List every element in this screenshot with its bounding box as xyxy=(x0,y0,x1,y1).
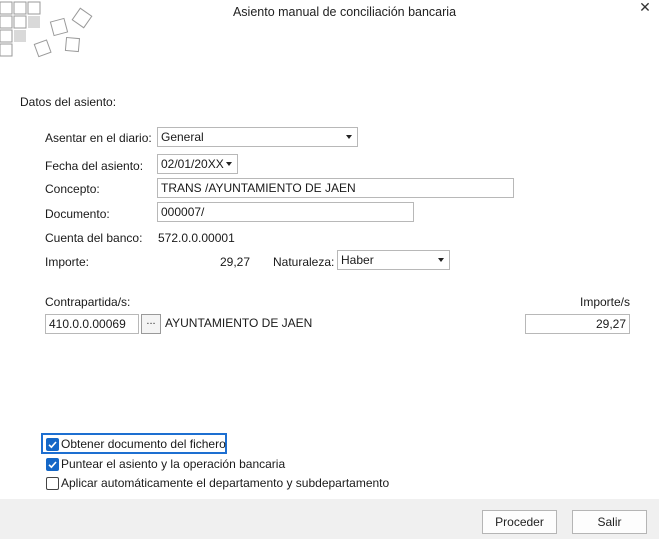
contrapartida-name: AYUNTAMIENTO DE JAEN xyxy=(165,316,313,330)
contrapartida-importe-input[interactable]: 29,27 xyxy=(525,314,630,334)
cuenta-value: 572.0.0.00001 xyxy=(158,231,235,245)
checkmark-icon xyxy=(48,461,57,469)
chevron-down-icon xyxy=(438,258,444,262)
fecha-value: 02/01/20XX xyxy=(161,157,224,171)
option-label-puntear[interactable]: Puntear el asiento y la operación bancar… xyxy=(61,457,285,471)
fecha-picker[interactable]: 02/01/20XX xyxy=(157,154,238,174)
diario-label: Asentar en el diario: xyxy=(45,131,152,145)
naturaleza-select[interactable]: Haber xyxy=(337,250,450,270)
chevron-down-icon xyxy=(346,135,352,139)
checkbox-obtener[interactable] xyxy=(46,438,59,451)
option-label-obtener[interactable]: Obtener documento del fichero xyxy=(61,437,226,451)
importe-value: 29,27 xyxy=(219,255,250,269)
cuenta-label: Cuenta del banco: xyxy=(45,231,143,245)
salir-button[interactable]: Salir xyxy=(572,510,647,534)
diario-select[interactable]: General xyxy=(157,127,358,147)
close-icon[interactable]: ✕ xyxy=(634,0,656,20)
importe-header: Importe/s xyxy=(579,295,630,309)
window-title: Asiento manual de conciliación bancaria xyxy=(232,5,457,19)
fecha-label: Fecha del asiento: xyxy=(45,159,144,173)
browse-account-button[interactable]: ... xyxy=(141,314,161,334)
proceder-button[interactable]: Proceder xyxy=(482,510,557,534)
section-heading: Datos del asiento: xyxy=(20,95,117,109)
chevron-down-icon xyxy=(226,162,232,166)
checkbox-puntear[interactable] xyxy=(46,458,59,471)
documento-input[interactable]: 000007/ xyxy=(157,202,414,222)
naturaleza-value: Haber xyxy=(341,253,374,267)
footer-bar xyxy=(0,499,659,539)
contrapartida-account-input[interactable]: 410.0.0.00069 xyxy=(45,314,139,334)
naturaleza-label: Naturaleza: xyxy=(273,255,335,269)
concepto-label: Concepto: xyxy=(45,182,100,196)
option-label-aplicar[interactable]: Aplicar automáticamente el departamento … xyxy=(61,476,389,490)
contrapartida-label: Contrapartida/s: xyxy=(45,295,131,309)
checkmark-icon xyxy=(48,441,57,449)
checkbox-aplicar[interactable] xyxy=(46,477,59,490)
importe-label: Importe: xyxy=(45,255,90,269)
concepto-input[interactable]: TRANS /AYUNTAMIENTO DE JAEN xyxy=(157,178,514,198)
diario-value: General xyxy=(161,130,204,144)
documento-label: Documento: xyxy=(45,207,110,221)
